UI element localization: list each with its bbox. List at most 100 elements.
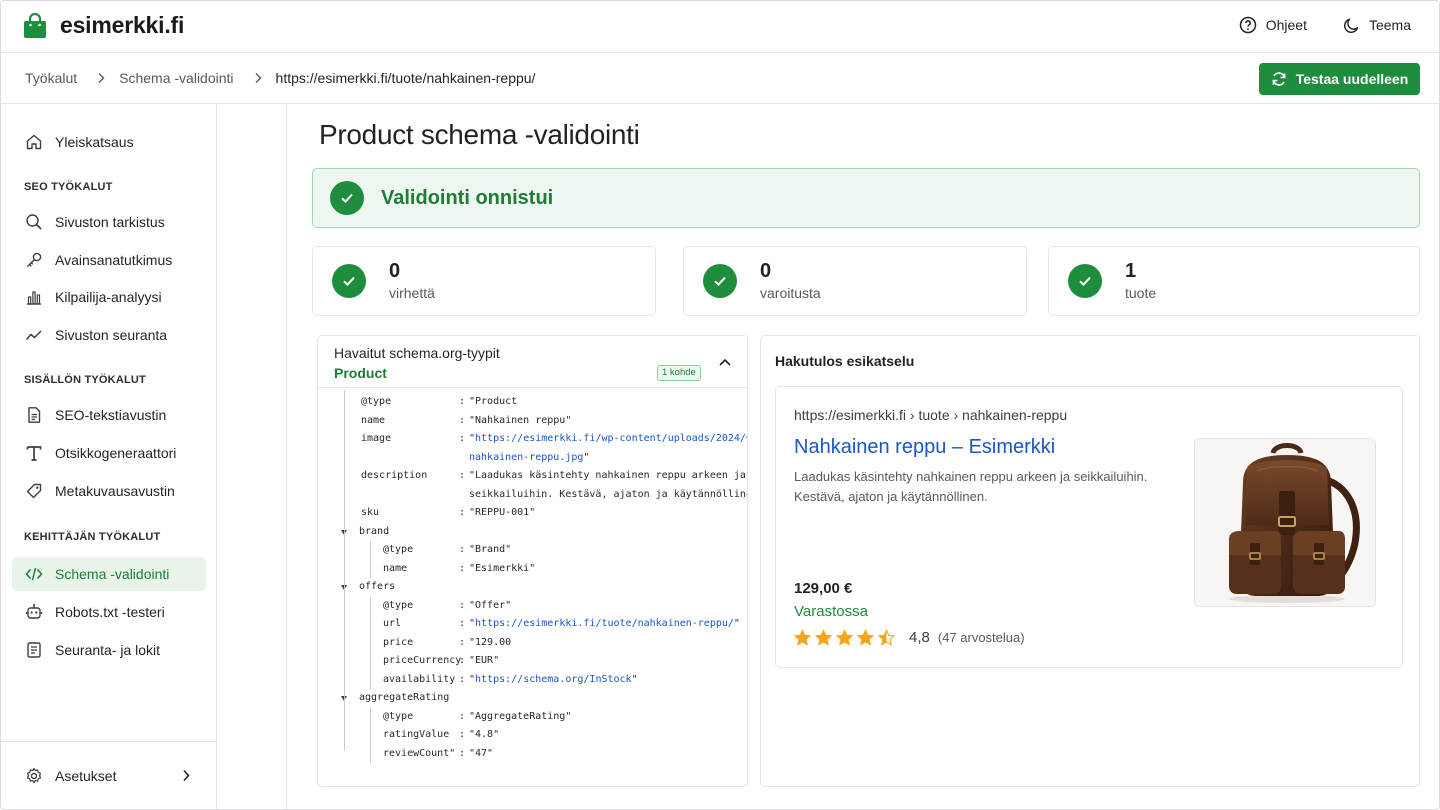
code-link[interactable]: nahkainen-reppu.jpg [469, 452, 583, 463]
stat-label: varoitusta [760, 285, 821, 301]
chevron-right-icon [182, 769, 190, 785]
star-icon [815, 629, 832, 646]
code-value: "AggregateRating" [469, 710, 572, 722]
chevron-right-icon [254, 72, 262, 84]
sidebar-item-seo-writer[interactable]: SEO-tekstiavustin [12, 398, 206, 432]
sidebar-item-schema-validation[interactable]: Schema -validointi [12, 557, 206, 591]
code-row: priceCurrency: "EUR" [318, 652, 747, 670]
document-icon [25, 406, 43, 424]
stat-value: 1 [1125, 260, 1137, 282]
preview-panel-title: Hakutulos esikatselu [775, 353, 915, 369]
check-icon [703, 264, 737, 298]
code-group-row[interactable]: offers [318, 578, 747, 596]
chevron-up-icon[interactable] [719, 353, 731, 371]
code-row: availability: "https://schema.org/InStock… [318, 671, 747, 689]
sidebar-item-label: Schema -validointi [55, 566, 170, 582]
code-group-row[interactable]: aggregateRating [318, 689, 747, 707]
tag-icon [25, 482, 43, 500]
sidebar-item-overview[interactable]: Yleiskatsaus [12, 125, 206, 159]
sidebar-item-competitor-analysis[interactable]: Kilpailija-analyysi [12, 280, 206, 314]
moon-icon [1343, 18, 1359, 33]
code-link[interactable]: https://schema.org/InStock [475, 674, 632, 685]
code-value: "Laadukas käsintehty nahkainen reppu ark… [469, 470, 746, 481]
column-divider [286, 104, 287, 809]
code-group-row[interactable]: brand [318, 523, 747, 541]
retest-label: Testaa uudelleen [1295, 71, 1409, 87]
sidebar-item-site-audit[interactable]: Sivuston tarkistus [12, 205, 206, 239]
code-key: name [383, 562, 408, 574]
schema-panel-header[interactable]: Havaitut schema.org-tyypit Product 1 koh… [318, 336, 747, 388]
app-window: esimerkki.fi Ohjeet Teema Työkalut Schem… [0, 0, 1440, 810]
code-key: offers [359, 581, 396, 592]
code-colon: : [459, 599, 466, 611]
sidebar-item-tracking-logs[interactable]: Seuranta- ja lokit [12, 633, 206, 667]
code-icon [25, 565, 43, 583]
code-key: url [383, 618, 402, 629]
stat-value: 0 [389, 260, 401, 282]
code-row: @type: "Offer" [318, 597, 747, 615]
search-preview-panel: Hakutulos esikatselu https://esimerkki.f… [760, 335, 1420, 787]
code-value: seikkailuihin. Kestävä, ajaton ja käytän… [469, 488, 748, 500]
code-key: price [383, 636, 414, 648]
settings-button[interactable]: Asetukset [12, 759, 202, 793]
code-key: name [361, 414, 386, 426]
retest-button[interactable]: Testaa uudelleen [1259, 63, 1420, 95]
sidebar-item-keyword-research[interactable]: Avainsanatutkimus [12, 243, 206, 277]
settings-label: Asetukset [55, 768, 117, 784]
logo[interactable]: esimerkki.fi [23, 12, 184, 39]
sidebar-item-site-monitoring[interactable]: Sivuston seuranta [12, 318, 206, 352]
sidebar-item-label: Avainsanatutkimus [55, 252, 173, 268]
code-colon: : [459, 470, 466, 481]
rating-value: 4,8 [909, 629, 930, 646]
sidebar-footer: Asetukset [1, 741, 216, 809]
check-icon [332, 264, 366, 298]
code-colon: : [459, 710, 466, 722]
code-row: reviewCount": "47" [318, 745, 747, 763]
star-icon [878, 629, 895, 646]
star-rating [794, 629, 895, 646]
code-link[interactable]: https://esimerkki.fi/wp-content/uploads/… [475, 433, 747, 444]
code-colon: : [459, 655, 466, 666]
sidebar-item-title-generator[interactable]: Otsikkogeneraattori [12, 436, 206, 470]
result-availability: Varastossa [794, 603, 868, 620]
stat-value: 0 [760, 260, 772, 282]
breadcrumb-item-url: https://esimerkki.fi/tuote/nahkainen-rep… [275, 70, 536, 86]
code-colon: : [459, 636, 466, 648]
schema-panel-title: Havaitut schema.org-tyypit [334, 345, 500, 361]
sidebar-item-label: Seuranta- ja lokit [55, 642, 161, 658]
section-title-content: SISÄLLÖN TYÖKALUT [24, 374, 146, 386]
rating-row: 4,8 (47 arvostelua) [794, 629, 1025, 646]
chevron-right-icon [97, 72, 105, 84]
code-key: ratingValue [383, 729, 450, 740]
code-row: @type: "Brand" [318, 541, 747, 559]
breadcrumb-item-tools[interactable]: Työkalut [25, 70, 77, 86]
sidebar-item-label: Sivuston tarkistus [55, 214, 165, 230]
code-value: "Nahkainen reppu" [469, 414, 572, 426]
tree-guide [370, 596, 371, 689]
sidebar-item-robots-tester[interactable]: Robots.txt -testeri [12, 595, 206, 629]
code-value: "Brand" [469, 544, 512, 555]
breadcrumb-item-schema[interactable]: Schema -validointi [119, 70, 233, 86]
code-value: "129.00 [469, 636, 512, 648]
code-colon: : [459, 544, 466, 555]
code-row: name: "Esimerkki" [318, 560, 747, 578]
code-key: reviewCount" [383, 747, 456, 759]
result-title-link[interactable]: Nahkainen reppu – Esimerkki [794, 436, 1055, 459]
help-button[interactable]: Ohjeet [1239, 16, 1307, 34]
code-colon: : [459, 729, 466, 740]
code-row: seikkailuihin. Kestävä, ajaton ja käytän… [318, 486, 747, 504]
sidebar-item-meta-assistant[interactable]: Metakuvausavustin [12, 474, 206, 508]
code-key: sku [361, 507, 380, 518]
check-icon [330, 181, 364, 215]
bar-chart-icon [25, 288, 43, 306]
search-result-card: https://esimerkki.fi › tuote › nahkainen… [775, 386, 1403, 668]
theme-button[interactable]: Teema [1343, 16, 1411, 34]
code-link[interactable]: https://esimerkki.fi/tuote/nahkainen-rep… [475, 618, 734, 629]
stat-warnings: 0 varoitusta [683, 246, 1027, 316]
code-row: @type: "Product [318, 393, 747, 411]
search-icon [25, 213, 43, 231]
gear-icon [25, 767, 43, 785]
page-title: Product schema -validointi [319, 119, 640, 150]
code-colon: : [459, 414, 466, 426]
code-row: @type: "AggregateRating" [318, 708, 747, 726]
